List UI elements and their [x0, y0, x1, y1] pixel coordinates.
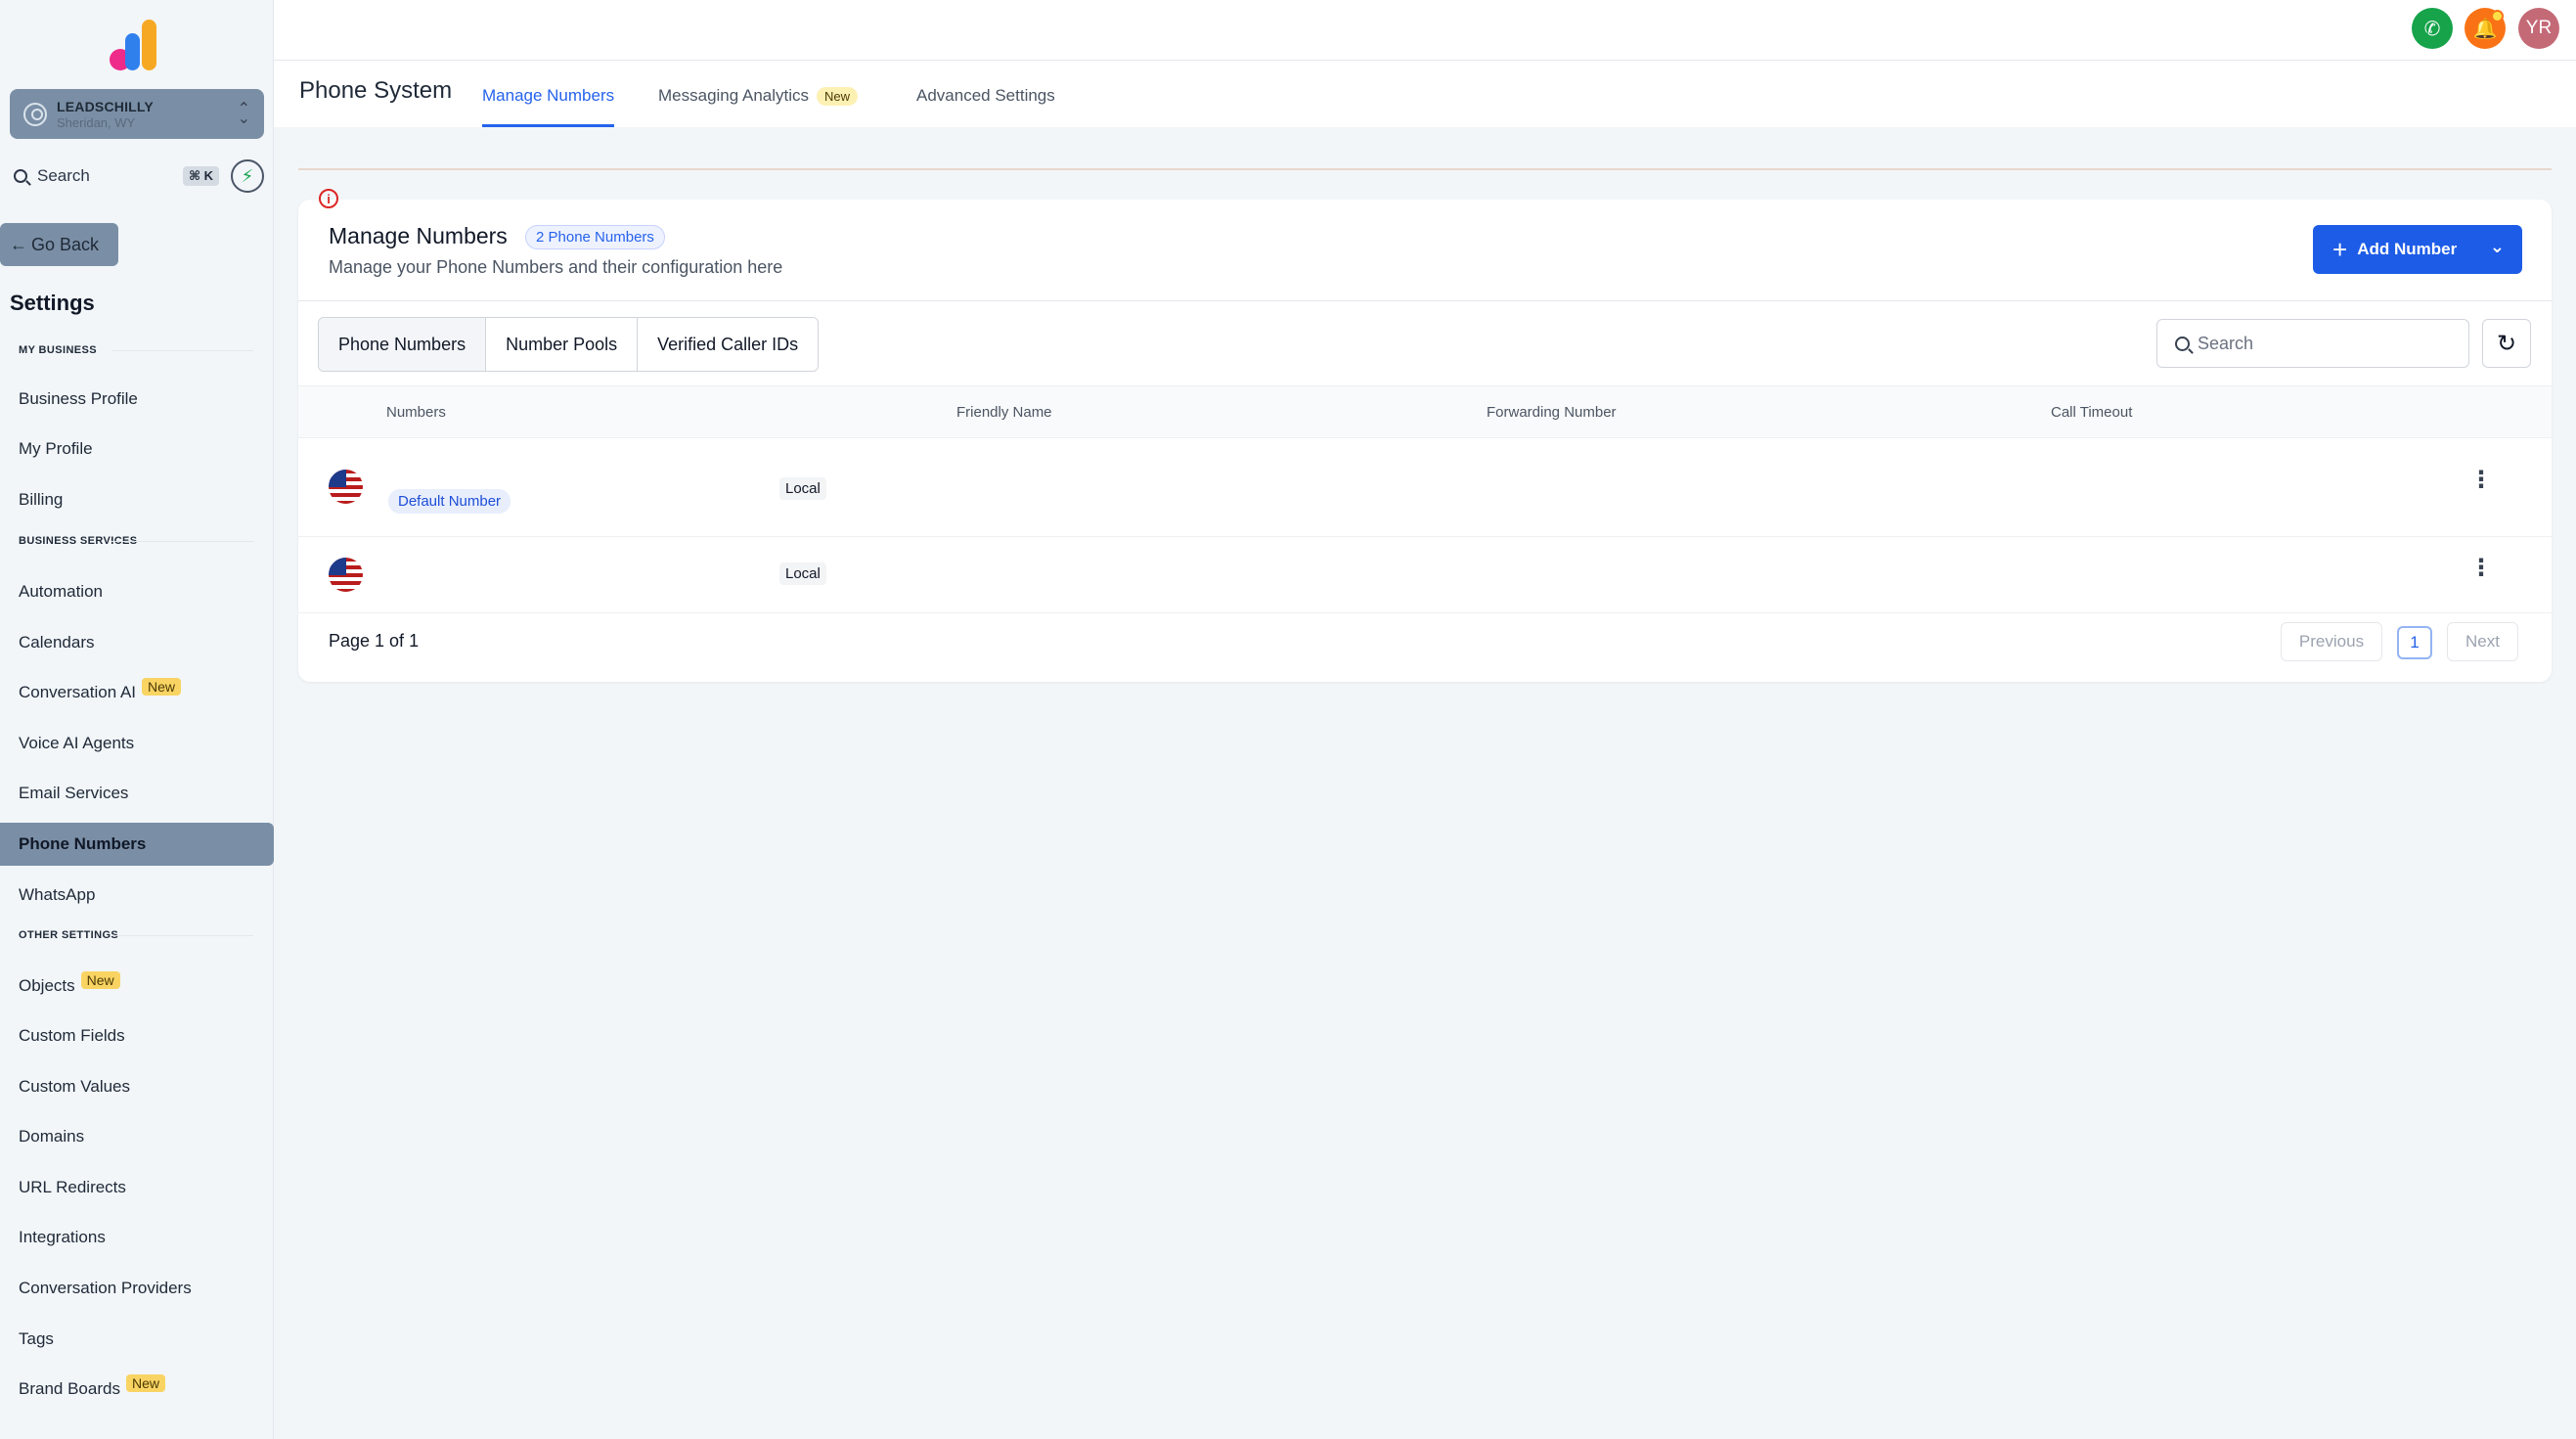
sidebar-item-domains[interactable]: Domains: [0, 1115, 274, 1158]
section-other-settings: OTHER SETTINGS: [19, 929, 253, 941]
tab-advanced-settings[interactable]: Advanced Settings: [916, 86, 1055, 127]
go-back-button[interactable]: ← Go Back: [0, 223, 118, 266]
sidebar-search-label: Search: [37, 166, 90, 185]
bolt-icon[interactable]: ⚡: [231, 159, 264, 193]
bell-icon[interactable]: 🔔: [2465, 8, 2506, 49]
plus-icon: +: [2332, 235, 2348, 264]
table-row[interactable]: Local ⋮: [298, 537, 2552, 613]
table-search-input[interactable]: Search: [2156, 319, 2469, 368]
column-forwarding-number: Forwarding Number: [1487, 404, 1617, 421]
tab-messaging-analytics[interactable]: Messaging Analytics New: [658, 86, 859, 127]
sidebar-item-conversation-providers[interactable]: Conversation Providers: [0, 1267, 274, 1310]
sidebar: LEADSCHILLY Sheridan, WY ⌃ ⌄ Search ⌘ K ⚡…: [0, 0, 274, 1439]
sidebar-item-whatsapp[interactable]: WhatsApp: [0, 874, 274, 917]
refresh-icon: ↻: [2496, 330, 2517, 357]
new-badge: New: [142, 678, 182, 696]
count-badge: 2 Phone Numbers: [525, 225, 665, 249]
default-number-badge: Default Number: [388, 489, 511, 514]
sidebar-item-calendars[interactable]: Calendars: [0, 621, 274, 664]
section-my-business: MY BUSINESS: [19, 344, 253, 356]
top-bar: ✆ 🔔 YR: [274, 0, 2576, 61]
sidebar-search[interactable]: Search ⌘ K: [14, 161, 219, 191]
tab-verified-caller-ids[interactable]: Verified Caller IDs: [638, 318, 819, 371]
phone-icon[interactable]: ✆: [2412, 8, 2453, 49]
page-header: Phone System Manage Numbers Messaging An…: [274, 61, 2576, 127]
account-name: LEADSCHILLY: [57, 98, 154, 114]
us-flag-icon: [329, 470, 363, 504]
chevron-down-icon[interactable]: ⌄: [2490, 237, 2505, 257]
card-title: Manage Numbers: [329, 223, 508, 248]
chevron-updown-icon: ⌃ ⌄: [237, 100, 250, 127]
arrow-left-icon: ←: [10, 234, 27, 254]
us-flag-icon: [329, 558, 363, 592]
new-badge: New: [80, 971, 120, 989]
more-vertical-icon[interactable]: ⋮: [2469, 557, 2493, 580]
tab-phone-numbers[interactable]: Phone Numbers: [319, 318, 487, 371]
add-number-button[interactable]: + Add Number ⌄: [2313, 225, 2522, 274]
settings-title: Settings: [10, 291, 95, 315]
sidebar-item-brand-boards[interactable]: Brand Boards New: [0, 1368, 274, 1411]
sidebar-item-conversation-ai[interactable]: Conversation AI New: [0, 671, 274, 714]
card-header: Manage Numbers 2 Phone Numbers Manage yo…: [298, 200, 2552, 301]
sidebar-item-objects[interactable]: Objects New: [0, 965, 274, 1008]
sidebar-item-url-redirects[interactable]: URL Redirects: [0, 1166, 274, 1209]
search-icon: [14, 169, 27, 183]
number-type-badge: Local: [779, 562, 826, 585]
search-icon: [2175, 336, 2190, 351]
new-badge: New: [125, 1374, 165, 1392]
warning-icon[interactable]: i: [319, 189, 338, 208]
tab-number-pools[interactable]: Number Pools: [486, 318, 639, 371]
number-type-tabs: Phone Numbers Number Pools Verified Call…: [318, 317, 820, 372]
table-header: Numbers Friendly Name Forwarding Number …: [298, 385, 2552, 438]
sidebar-item-email-services[interactable]: Email Services: [0, 772, 274, 815]
divider: [298, 168, 2552, 170]
section-business-services: BUSINESS SERVICES: [19, 535, 253, 547]
pagination-text: Page 1 of 1: [329, 631, 420, 651]
next-page-button[interactable]: Next: [2447, 622, 2518, 661]
account-location: Sheridan, WY: [57, 114, 136, 130]
search-shortcut: ⌘ K: [182, 166, 219, 186]
sidebar-item-custom-fields[interactable]: Custom Fields: [0, 1014, 274, 1057]
page-number-button[interactable]: 1: [2397, 626, 2432, 659]
new-badge: New: [817, 87, 859, 106]
sidebar-item-integrations[interactable]: Integrations: [0, 1216, 274, 1259]
refresh-button[interactable]: ↻: [2482, 319, 2531, 368]
column-call-timeout: Call Timeout: [2051, 404, 2133, 421]
manage-numbers-card: Manage Numbers 2 Phone Numbers Manage yo…: [298, 200, 2552, 682]
column-numbers: Numbers: [386, 404, 446, 421]
avatar[interactable]: YR: [2518, 8, 2559, 49]
card-subtitle: Manage your Phone Numbers and their conf…: [329, 257, 783, 277]
tab-manage-numbers[interactable]: Manage Numbers: [482, 86, 615, 127]
sidebar-item-phone-numbers[interactable]: Phone Numbers: [0, 823, 274, 866]
account-icon: [23, 102, 47, 126]
sidebar-item-automation[interactable]: Automation: [0, 570, 274, 613]
sidebar-item-my-profile[interactable]: My Profile: [0, 427, 274, 471]
previous-page-button[interactable]: Previous: [2281, 622, 2382, 661]
account-switcher[interactable]: LEADSCHILLY Sheridan, WY ⌃ ⌄: [10, 89, 264, 139]
more-vertical-icon[interactable]: ⋮: [2469, 469, 2493, 492]
sidebar-item-voice-ai-agents[interactable]: Voice AI Agents: [0, 722, 274, 765]
number-type-badge: Local: [779, 477, 826, 500]
page-title: Phone System: [299, 77, 453, 104]
sidebar-item-billing[interactable]: Billing: [0, 478, 274, 521]
sidebar-item-tags[interactable]: Tags: [0, 1318, 274, 1361]
column-friendly-name: Friendly Name: [956, 404, 1052, 421]
table-row[interactable]: Default Number Local ⋮: [298, 439, 2552, 537]
sidebar-item-custom-values[interactable]: Custom Values: [0, 1065, 274, 1108]
app-logo[interactable]: [110, 20, 164, 70]
sidebar-item-business-profile[interactable]: Business Profile: [0, 378, 274, 421]
